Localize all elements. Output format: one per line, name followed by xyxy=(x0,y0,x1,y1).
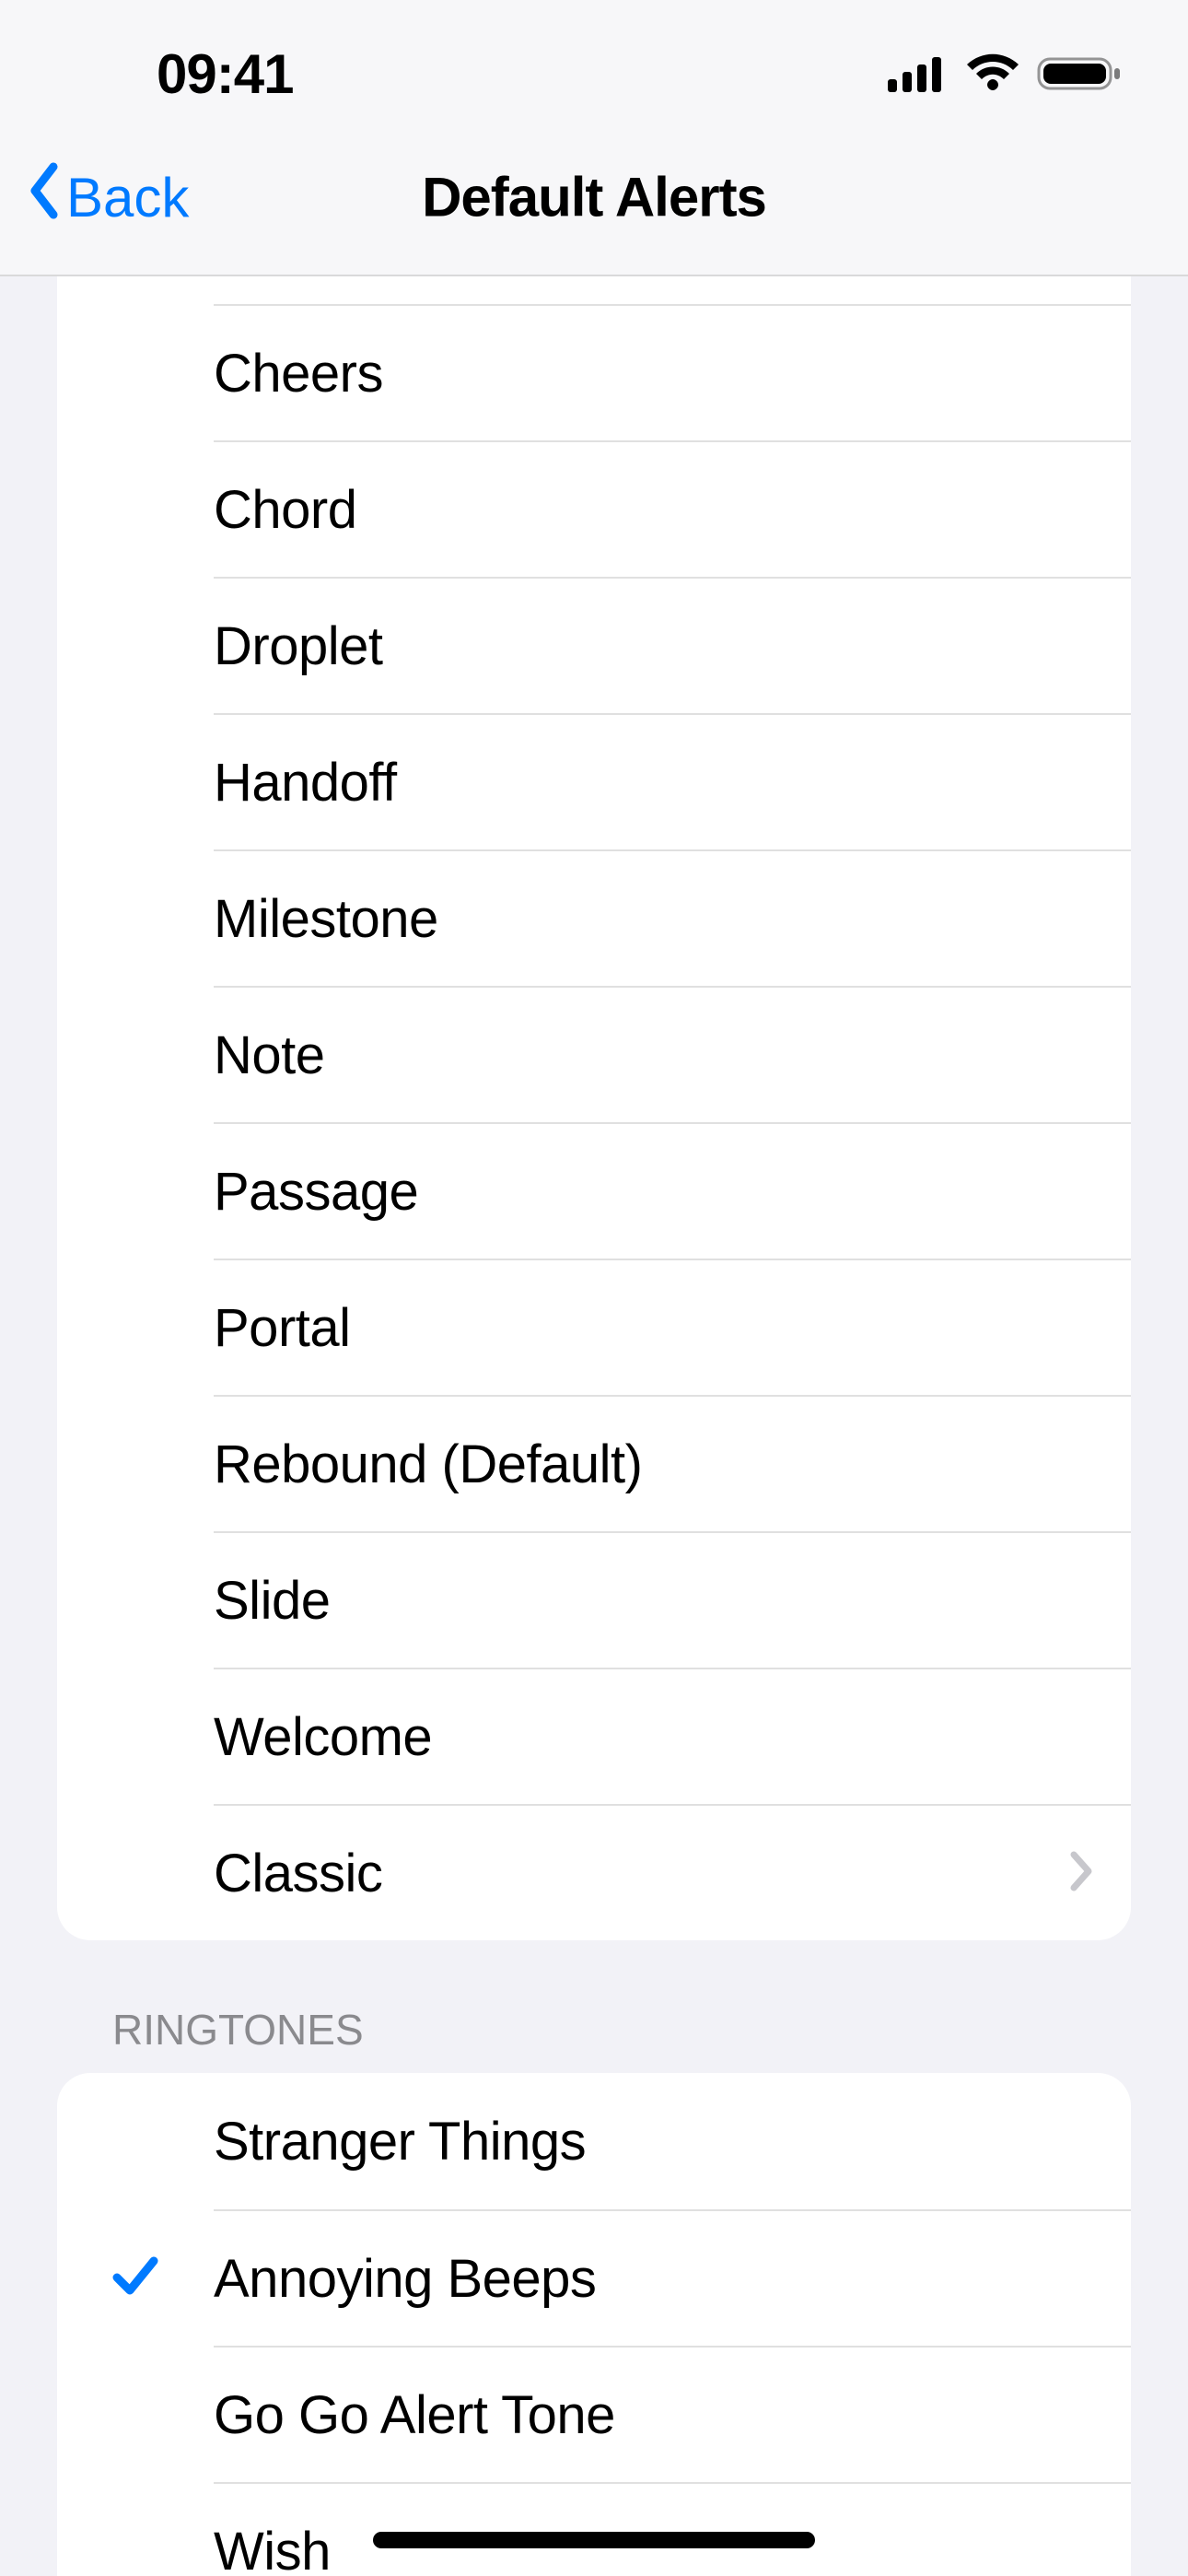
navigation-bar: Back Default Alerts xyxy=(0,120,1188,276)
list-item[interactable]: Droplet xyxy=(57,577,1131,713)
tone-label: Chord xyxy=(214,479,356,541)
status-icons xyxy=(888,53,1124,94)
list-item[interactable]: Milestone xyxy=(57,849,1131,986)
status-bar: 09:41 xyxy=(0,0,1188,120)
tone-label: Welcome xyxy=(214,1706,432,1768)
ringtone-label: Wish xyxy=(214,2521,331,2576)
tone-label: Cheers xyxy=(214,343,383,404)
cellular-signal-icon xyxy=(888,53,949,94)
list-item[interactable]: Note xyxy=(57,986,1131,1122)
checkmark-icon xyxy=(110,2250,161,2306)
tone-label: Classic xyxy=(214,1843,382,1904)
tone-label: Portal xyxy=(214,1297,351,1359)
chevron-right-icon xyxy=(1068,1849,1094,1898)
list-item[interactable]: Handoff xyxy=(57,713,1131,849)
tone-label: Milestone xyxy=(214,888,438,950)
list-item[interactable]: Rebound (Default) xyxy=(57,1395,1131,1531)
list-item[interactable]: Portal xyxy=(57,1259,1131,1395)
ringtone-label: Stranger Things xyxy=(214,2111,586,2172)
tone-label: Rebound (Default) xyxy=(214,1434,642,1495)
tone-label: Note xyxy=(214,1025,325,1086)
list-item[interactable]: Stranger Things xyxy=(57,2073,1131,2209)
row-leading xyxy=(57,1804,214,1940)
alert-tones-section: Cheers Chord Droplet Handoff xyxy=(57,276,1131,1940)
list-item[interactable]: Wish xyxy=(57,2482,1131,2576)
row-leading xyxy=(57,1122,214,1259)
page-title: Default Alerts xyxy=(422,166,766,229)
section-header-ringtones: RINGTONES xyxy=(112,2005,1131,2055)
list-item[interactable]: Annoying Beeps xyxy=(57,2209,1131,2346)
row-leading xyxy=(57,1531,214,1668)
tone-label: Passage xyxy=(214,1161,418,1223)
row-leading xyxy=(57,1259,214,1395)
row-leading xyxy=(57,849,214,986)
list-item[interactable]: Go Go Alert Tone xyxy=(57,2346,1131,2482)
wifi-icon xyxy=(965,53,1020,94)
list-item[interactable]: Welcome xyxy=(57,1668,1131,1804)
row-leading xyxy=(57,2482,214,2576)
row-leading xyxy=(57,2073,214,2209)
row-leading xyxy=(57,1395,214,1531)
list-item[interactable] xyxy=(57,276,1131,304)
ringtone-label: Annoying Beeps xyxy=(214,2248,596,2310)
list-item[interactable]: Slide xyxy=(57,1531,1131,1668)
row-leading xyxy=(57,304,214,440)
row-leading xyxy=(57,986,214,1122)
list-item[interactable]: Chord xyxy=(57,440,1131,577)
battery-icon xyxy=(1037,53,1124,94)
chevron-left-icon xyxy=(28,161,66,233)
row-leading xyxy=(57,2209,214,2346)
tone-label: Slide xyxy=(214,1570,330,1632)
row-leading xyxy=(57,713,214,849)
classic-tones-row[interactable]: Classic xyxy=(57,1804,1131,1940)
content: Cheers Chord Droplet Handoff xyxy=(0,276,1188,2576)
tone-label: Droplet xyxy=(214,615,382,677)
row-leading xyxy=(57,440,214,577)
tone-label: Handoff xyxy=(214,752,397,814)
ringtones-section: Stranger Things Annoying Beeps Go Go Ale… xyxy=(57,2073,1131,2576)
ringtone-label: Go Go Alert Tone xyxy=(214,2384,615,2446)
row-leading xyxy=(57,2346,214,2482)
list-item[interactable]: Cheers xyxy=(57,304,1131,440)
row-leading xyxy=(57,577,214,713)
list-item[interactable]: Passage xyxy=(57,1122,1131,1259)
home-indicator[interactable] xyxy=(373,2532,815,2548)
back-label: Back xyxy=(66,166,189,229)
back-button[interactable]: Back xyxy=(28,161,189,233)
status-time: 09:41 xyxy=(157,42,293,106)
row-leading xyxy=(57,1668,214,1804)
